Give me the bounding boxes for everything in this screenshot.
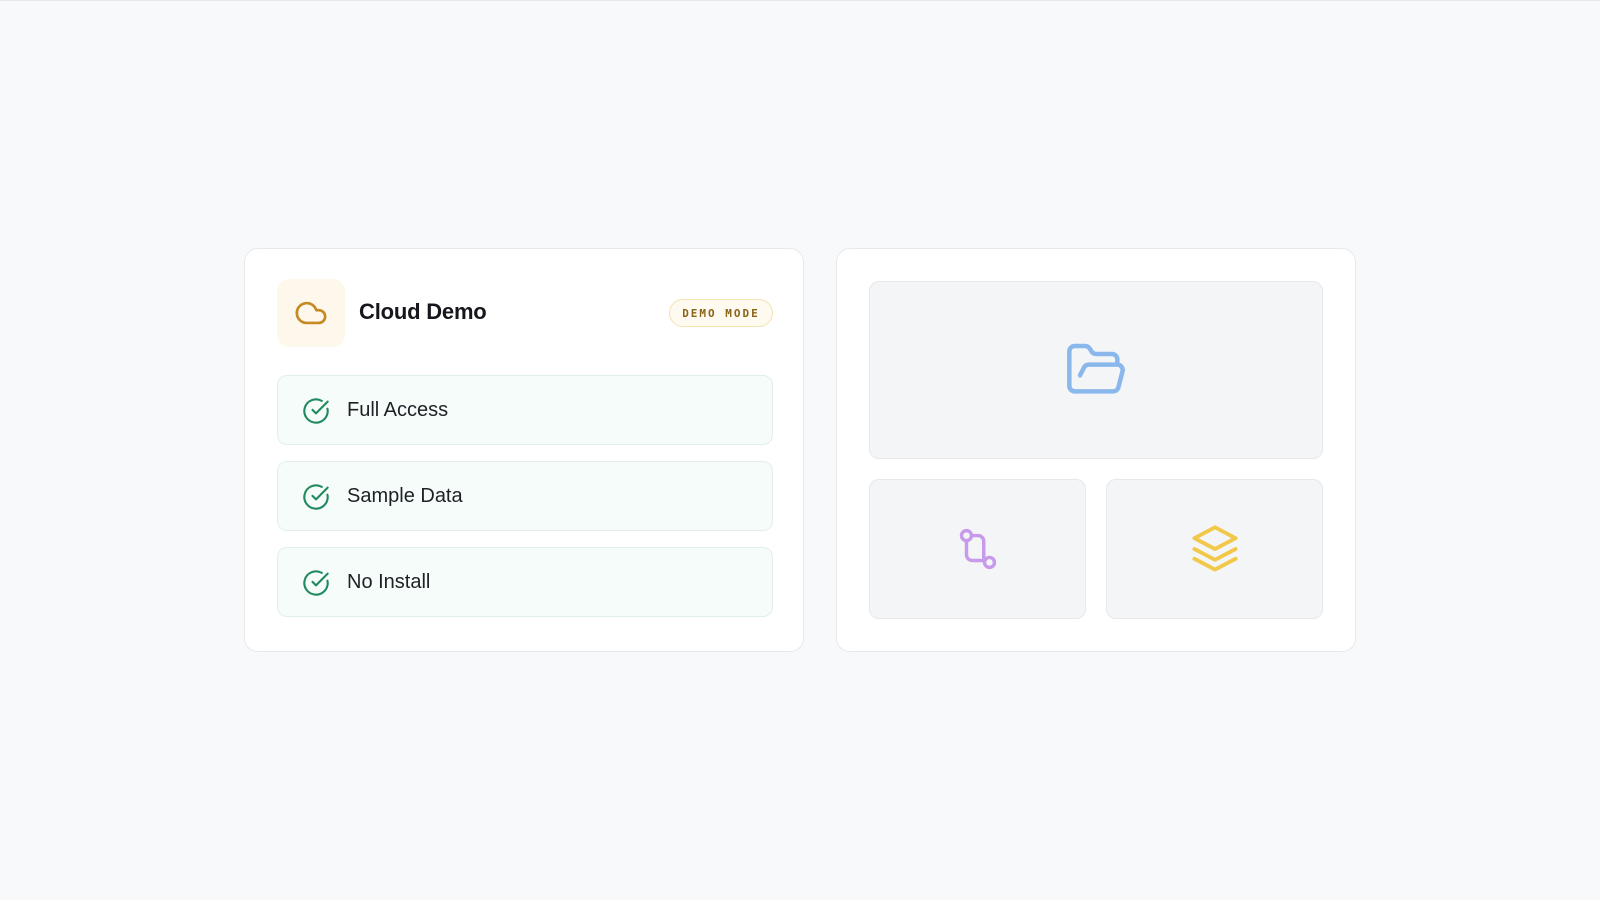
- top-border: [0, 0, 1600, 1]
- demo-card-header: Cloud Demo DEMO MODE: [277, 279, 773, 347]
- layers-icon: [1191, 525, 1238, 572]
- check-circle-icon: [303, 570, 329, 596]
- feature-label: Full Access: [347, 399, 449, 421]
- preview-tile-layers: [1106, 479, 1323, 619]
- feature-label: Sample Data: [347, 485, 463, 507]
- page-title: Cloud Demo: [359, 299, 487, 324]
- app-icon-container: [277, 279, 345, 347]
- feature-label: No Install: [347, 571, 431, 593]
- preview-card: [836, 248, 1356, 652]
- preview-tile-files: [869, 281, 1323, 459]
- feature-item-full-access: Full Access: [277, 375, 773, 445]
- feature-item-sample-data: Sample Data: [277, 461, 773, 531]
- demo-card: Cloud Demo DEMO MODE Full Access Sample …: [244, 248, 804, 652]
- check-circle-icon: [303, 484, 329, 510]
- git-pull-request-icon: [959, 528, 996, 570]
- folder-open-icon: [1067, 343, 1125, 394]
- cloud-icon: [295, 301, 327, 325]
- demo-mode-badge: DEMO MODE: [669, 299, 773, 327]
- feature-item-no-install: No Install: [277, 547, 773, 617]
- check-circle-icon: [303, 398, 329, 424]
- preview-tile-git: [869, 479, 1086, 619]
